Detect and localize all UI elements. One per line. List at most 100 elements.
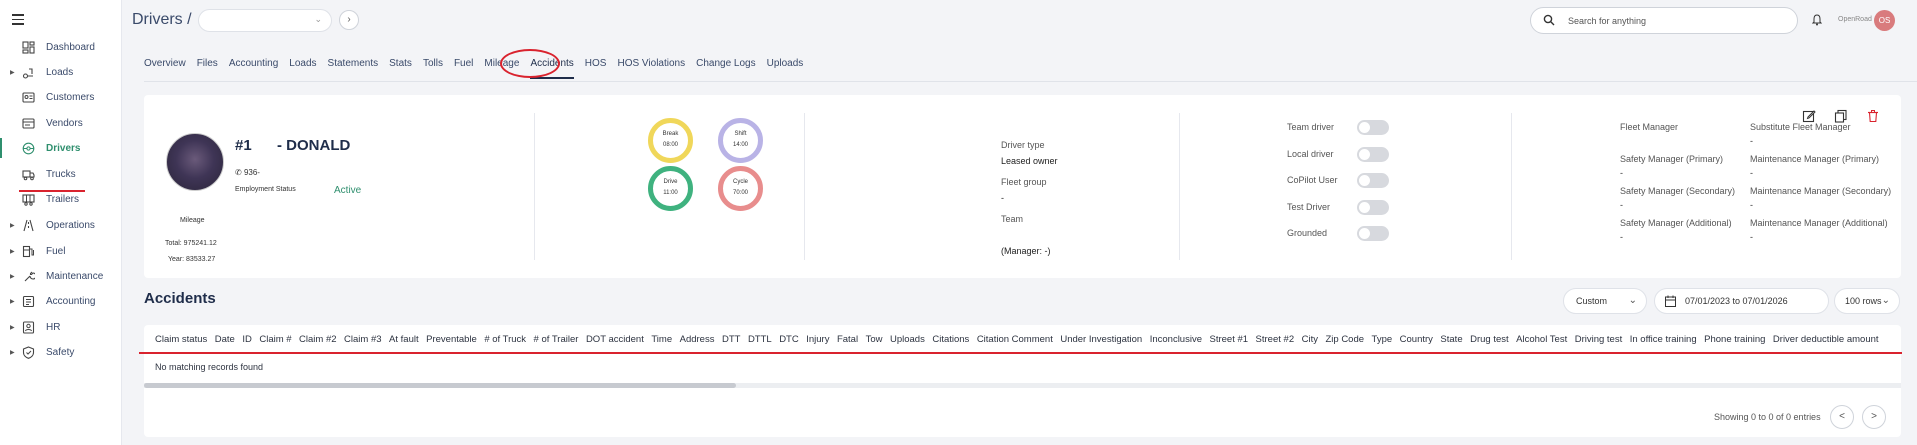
toggle-local-driver[interactable] — [1357, 146, 1389, 162]
hos-gauge-value: 08:00 — [662, 142, 678, 148]
rows-per-page-select[interactable]: 100 rows ⌄ — [1834, 288, 1900, 314]
column-header[interactable]: Country — [1400, 334, 1433, 348]
bell-icon[interactable] — [1812, 14, 1822, 26]
toggle-test-driver[interactable] — [1357, 199, 1389, 215]
column-header[interactable]: Street #1 — [1209, 334, 1248, 348]
sidebar-item-vendors[interactable]: Vendors — [0, 113, 122, 133]
sidebar-item-trucks[interactable]: Trucks — [0, 164, 122, 184]
tab-stats[interactable]: Stats — [389, 58, 412, 72]
sidebar-item-trailers[interactable]: Trailers — [0, 189, 122, 209]
column-header[interactable]: # of Truck — [484, 334, 526, 348]
date-range-value: 07/01/2023 to 07/01/2026 — [1685, 296, 1788, 306]
toggle-copilot-user[interactable] — [1357, 173, 1389, 188]
range-type-select[interactable]: Custom ⌄ — [1563, 288, 1647, 314]
table-header-row: Claim status Date ID Claim # Claim #2 Claim #… — [155, 334, 1886, 348]
sidebar-item-operations[interactable]: ▶ Operations — [0, 215, 122, 235]
caret-right-icon[interactable]: ▶ — [10, 349, 15, 356]
sidebar-item-accounting[interactable]: ▶ Accounting — [0, 291, 122, 311]
driver-tabs: Overview Files Accounting Loads Statements St… — [144, 58, 814, 79]
caret-right-icon[interactable]: ▶ — [10, 222, 15, 229]
column-header[interactable]: Citations — [932, 334, 969, 348]
column-header[interactable]: Injury — [806, 334, 829, 348]
horizontal-scrollbar-thumb[interactable] — [144, 383, 736, 388]
column-header[interactable]: Claim #2 — [299, 334, 337, 348]
column-header[interactable]: Fatal — [837, 334, 858, 348]
column-header[interactable]: DTC — [779, 334, 799, 348]
sidebar-item-dashboard[interactable]: Dashboard — [0, 37, 122, 57]
column-header[interactable]: State — [1440, 334, 1462, 348]
sidebar-item-safety[interactable]: ▶ Safety — [0, 342, 122, 362]
tab-change-logs[interactable]: Change Logs — [696, 58, 756, 72]
column-header[interactable]: Phone training — [1704, 334, 1765, 348]
toggle-grounded[interactable] — [1357, 226, 1389, 241]
column-header[interactable]: Time — [651, 334, 672, 348]
column-header[interactable]: Date — [215, 334, 235, 348]
accounting-icon — [22, 295, 35, 308]
column-header[interactable]: Alcohol Test — [1516, 334, 1567, 348]
column-header[interactable]: Drug test — [1470, 334, 1509, 348]
manager-label: Maintenance Manager (Additional) — [1750, 218, 1888, 228]
column-header[interactable]: Preventable — [426, 334, 477, 348]
tab-fuel[interactable]: Fuel — [454, 58, 473, 72]
column-header[interactable]: Claim #3 — [344, 334, 382, 348]
caret-right-icon[interactable]: ▶ — [10, 69, 15, 76]
column-header[interactable]: Street #2 — [1256, 334, 1295, 348]
tab-statements[interactable]: Statements — [328, 58, 379, 72]
column-header[interactable]: DOT accident — [586, 334, 644, 348]
column-header[interactable]: Citation Comment — [977, 334, 1053, 348]
edit-icon[interactable] — [1802, 109, 1816, 123]
column-header[interactable]: # of Trailer — [534, 334, 579, 348]
caret-right-icon[interactable]: ▶ — [10, 298, 15, 305]
column-header[interactable]: Inconclusive — [1150, 334, 1202, 348]
driver-select[interactable]: ⌄ — [198, 9, 332, 32]
sidebar-item-label: Dashboard — [46, 41, 95, 53]
tab-tolls[interactable]: Tolls — [423, 58, 443, 72]
column-header[interactable]: In office training — [1630, 334, 1697, 348]
employment-status-value: Active — [334, 185, 362, 196]
sidebar-item-drivers[interactable]: Drivers — [0, 138, 122, 158]
tab-files[interactable]: Files — [197, 58, 218, 72]
column-header[interactable]: Claim status — [155, 334, 207, 348]
sidebar-item-fuel[interactable]: ▶ Fuel — [0, 241, 122, 261]
sidebar-item-loads[interactable]: ▶ Loads — [0, 62, 122, 82]
column-header[interactable]: City — [1302, 334, 1318, 348]
tab-hos-violations[interactable]: HOS Violations — [617, 58, 685, 72]
column-header[interactable]: Type — [1372, 334, 1393, 348]
hamburger-menu-icon[interactable] — [12, 14, 24, 25]
column-header[interactable]: Under Investigation — [1060, 334, 1142, 348]
column-header[interactable]: Driving test — [1575, 334, 1623, 348]
trash-icon[interactable] — [1866, 109, 1880, 123]
sidebar-item-maintenance[interactable]: ▶ Maintenance — [0, 266, 122, 286]
user-avatar[interactable]: OS — [1874, 10, 1895, 31]
tab-hos[interactable]: HOS — [585, 58, 607, 72]
caret-right-icon[interactable]: ▶ — [10, 273, 15, 280]
column-header[interactable]: Claim # — [259, 334, 291, 348]
tab-accounting[interactable]: Accounting — [229, 58, 278, 72]
column-header[interactable]: Address — [680, 334, 715, 348]
operations-icon — [22, 219, 35, 232]
column-header[interactable]: Tow — [866, 334, 883, 348]
next-page-button[interactable]: > — [1862, 405, 1886, 429]
column-header[interactable]: Driver deductible amount — [1773, 334, 1879, 348]
next-driver-button[interactable]: › — [339, 10, 359, 30]
column-header[interactable]: Uploads — [890, 334, 925, 348]
tab-uploads[interactable]: Uploads — [767, 58, 804, 72]
caret-right-icon[interactable]: ▶ — [10, 248, 15, 255]
tab-overview[interactable]: Overview — [144, 58, 186, 72]
column-header[interactable]: Zip Code — [1325, 334, 1364, 348]
search-input[interactable]: Search for anything — [1530, 7, 1798, 34]
sidebar-item-customers[interactable]: Customers — [0, 87, 122, 107]
toggle-team-driver[interactable] — [1357, 120, 1389, 135]
prev-page-button[interactable]: < — [1830, 405, 1854, 429]
column-header[interactable]: DTTL — [748, 334, 772, 348]
sidebar-item-label: Vendors — [46, 117, 83, 129]
column-header[interactable]: At fault — [389, 334, 419, 348]
date-range-picker[interactable]: 07/01/2023 to 07/01/2026 — [1654, 288, 1829, 314]
copy-icon[interactable] — [1834, 109, 1848, 123]
sidebar-item-hr[interactable]: ▶ HR — [0, 317, 122, 337]
sidebar-item-label: Trailers — [46, 193, 79, 205]
column-header[interactable]: ID — [242, 334, 252, 348]
caret-right-icon[interactable]: ▶ — [10, 324, 15, 331]
column-header[interactable]: DTT — [722, 334, 740, 348]
tab-loads[interactable]: Loads — [289, 58, 316, 72]
